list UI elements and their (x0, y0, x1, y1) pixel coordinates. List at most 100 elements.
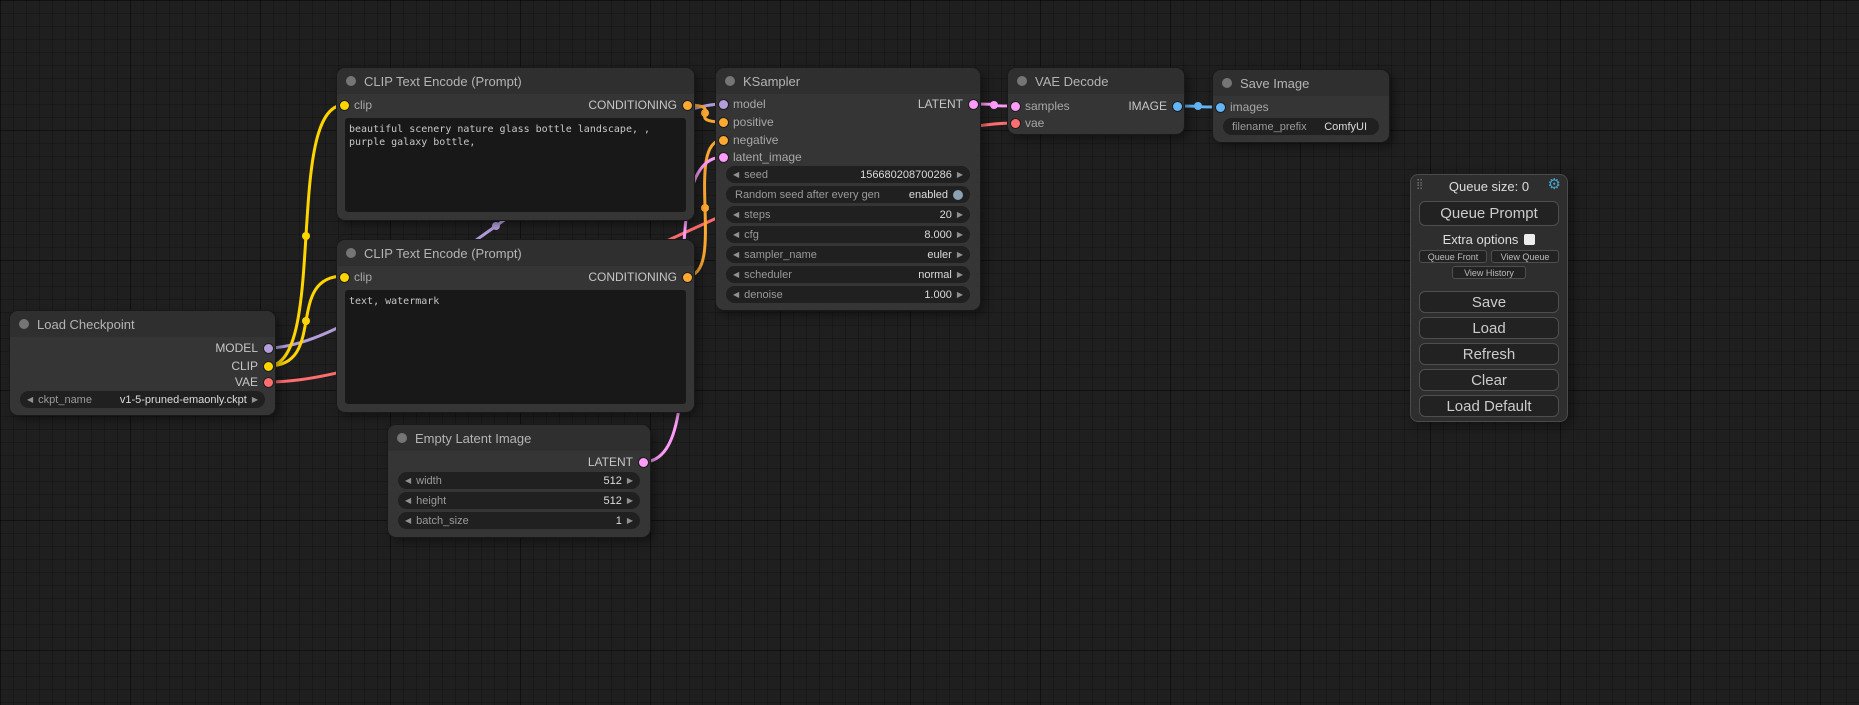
increment-arrow-icon[interactable]: ▶ (957, 166, 963, 183)
node-ksampler[interactable]: KSampler model positive negative latent_… (716, 68, 980, 310)
widget-value: 1 (616, 515, 622, 527)
node-empty-latent-image[interactable]: Empty Latent Image LATENT ◀ width 512 ▶ … (388, 425, 650, 537)
decrement-arrow-icon[interactable]: ◀ (405, 472, 411, 489)
widget-steps[interactable]: ◀ steps 20 ▶ (726, 206, 970, 223)
load-default-button[interactable]: Load Default (1419, 395, 1559, 417)
collapse-dot-icon[interactable] (1017, 76, 1027, 86)
node-title-bar[interactable]: Empty Latent Image (388, 425, 650, 451)
increment-arrow-icon[interactable]: ▶ (627, 512, 633, 529)
decrement-arrow-icon[interactable]: ◀ (733, 266, 739, 283)
input-slot-samples[interactable] (1011, 102, 1020, 111)
widget-height[interactable]: ◀ height 512 ▶ (398, 492, 640, 509)
node-clip-text-encode-positive[interactable]: CLIP Text Encode (Prompt) clip CONDITION… (337, 68, 694, 220)
queue-prompt-button[interactable]: Queue Prompt (1419, 201, 1559, 226)
increment-arrow-icon[interactable]: ▶ (957, 286, 963, 303)
save-button[interactable]: Save (1419, 291, 1559, 313)
node-title-bar[interactable]: CLIP Text Encode (Prompt) (337, 240, 694, 266)
input-slot-latent-image[interactable] (719, 153, 728, 162)
node-save-image[interactable]: Save Image images filename_prefix ComfyU… (1213, 70, 1389, 142)
refresh-button[interactable]: Refresh (1419, 343, 1559, 365)
widget-ckpt-name[interactable]: ◀ ckpt_name v1-5-pruned-emaonly.ckpt ▶ (20, 391, 265, 408)
node-title-bar[interactable]: CLIP Text Encode (Prompt) (337, 68, 694, 94)
output-slot-latent[interactable] (969, 100, 978, 109)
output-slot-conditioning[interactable] (683, 101, 692, 110)
wire-clip-positive-middot (302, 232, 310, 240)
input-slot-clip[interactable] (340, 101, 349, 110)
queue-panel[interactable]: ⣿ Queue size: 0 ⚙ Queue Prompt Extra opt… (1410, 174, 1568, 422)
view-history-button[interactable]: View History (1452, 266, 1526, 279)
settings-gear-icon[interactable]: ⚙ (1548, 176, 1561, 194)
decrement-arrow-icon[interactable]: ◀ (733, 206, 739, 223)
widget-sampler-name[interactable]: ◀ sampler_name euler ▶ (726, 246, 970, 263)
drag-handle-icon[interactable]: ⣿ (1416, 178, 1423, 192)
widget-seed[interactable]: ◀ seed 156680208700286 ▶ (726, 166, 970, 183)
collapse-dot-icon[interactable] (1222, 78, 1232, 88)
decrement-arrow-icon[interactable]: ◀ (733, 246, 739, 263)
view-history-row: View History (1419, 266, 1559, 279)
queue-front-button[interactable]: Queue Front (1419, 250, 1487, 263)
output-slot-clip[interactable] (264, 362, 273, 371)
input-slot-images[interactable] (1216, 103, 1225, 112)
output-slot-model[interactable] (264, 344, 273, 353)
output-slot-vae[interactable] (264, 378, 273, 387)
collapse-dot-icon[interactable] (346, 76, 356, 86)
widget-label: batch_size (416, 515, 469, 527)
decrement-arrow-icon[interactable]: ◀ (733, 166, 739, 183)
node-title-bar[interactable]: VAE Decode (1008, 68, 1184, 94)
node-vae-decode[interactable]: VAE Decode samples vae IMAGE (1008, 68, 1184, 134)
decrement-arrow-icon[interactable]: ◀ (733, 286, 739, 303)
node-title: VAE Decode (1035, 74, 1108, 89)
output-slot-conditioning[interactable] (683, 273, 692, 282)
increment-arrow-icon[interactable]: ▶ (252, 391, 258, 408)
view-queue-button[interactable]: View Queue (1491, 250, 1559, 263)
node-title: Empty Latent Image (415, 431, 531, 446)
widget-width[interactable]: ◀ width 512 ▶ (398, 472, 640, 489)
extra-options-checkbox[interactable] (1524, 234, 1535, 245)
output-label-model: MODEL (215, 341, 258, 355)
queue-panel-header[interactable]: ⣿ Queue size: 0 ⚙ (1411, 175, 1567, 197)
increment-arrow-icon[interactable]: ▶ (627, 492, 633, 509)
node-clip-text-encode-negative[interactable]: CLIP Text Encode (Prompt) clip CONDITION… (337, 240, 694, 412)
input-slot-model[interactable] (719, 100, 728, 109)
wire-clip-negative-middot (302, 317, 310, 325)
load-button[interactable]: Load (1419, 317, 1559, 339)
toggle-icon[interactable] (953, 190, 963, 200)
node-load-checkpoint[interactable]: Load Checkpoint MODEL CLIP VAE ◀ ckpt_na… (10, 311, 275, 415)
collapse-dot-icon[interactable] (725, 76, 735, 86)
increment-arrow-icon[interactable]: ▶ (957, 206, 963, 223)
widget-cfg[interactable]: ◀ cfg 8.000 ▶ (726, 226, 970, 243)
input-slot-positive[interactable] (719, 118, 728, 127)
collapse-dot-icon[interactable] (19, 319, 29, 329)
node-title-bar[interactable]: KSampler (716, 68, 980, 94)
decrement-arrow-icon[interactable]: ◀ (27, 391, 33, 408)
decrement-arrow-icon[interactable]: ◀ (405, 512, 411, 529)
input-slot-vae[interactable] (1011, 119, 1020, 128)
node-graph-canvas[interactable]: Load Checkpoint MODEL CLIP VAE ◀ ckpt_na… (0, 0, 1859, 705)
extra-options-row: Extra options (1419, 232, 1559, 246)
decrement-arrow-icon[interactable]: ◀ (405, 492, 411, 509)
increment-arrow-icon[interactable]: ▶ (957, 226, 963, 243)
wire-conditioning-positive-middot (701, 109, 709, 117)
negative-prompt-textarea[interactable]: text, watermark (345, 290, 686, 404)
decrement-arrow-icon[interactable]: ◀ (733, 226, 739, 243)
node-title-bar[interactable]: Save Image (1213, 70, 1389, 96)
output-slot-latent[interactable] (639, 458, 648, 467)
output-slot-image[interactable] (1173, 102, 1182, 111)
collapse-dot-icon[interactable] (397, 433, 407, 443)
widget-random-seed-toggle[interactable]: Random seed after every gen enabled (726, 186, 970, 203)
input-slot-clip[interactable] (340, 273, 349, 282)
widget-scheduler[interactable]: ◀ scheduler normal ▶ (726, 266, 970, 283)
positive-prompt-textarea[interactable]: beautiful scenery nature glass bottle la… (345, 118, 686, 212)
widget-filename-prefix[interactable]: filename_prefix ComfyUI (1223, 118, 1379, 135)
node-title-bar[interactable]: Load Checkpoint (10, 311, 275, 337)
increment-arrow-icon[interactable]: ▶ (957, 246, 963, 263)
increment-arrow-icon[interactable]: ▶ (957, 266, 963, 283)
collapse-dot-icon[interactable] (346, 248, 356, 258)
output-label-latent: LATENT (588, 455, 633, 469)
widget-denoise[interactable]: ◀ denoise 1.000 ▶ (726, 286, 970, 303)
increment-arrow-icon[interactable]: ▶ (627, 472, 633, 489)
input-slot-negative[interactable] (719, 136, 728, 145)
widget-batch-size[interactable]: ◀ batch_size 1 ▶ (398, 512, 640, 529)
clear-button[interactable]: Clear (1419, 369, 1559, 391)
wire-conditioning-negative-middot (701, 204, 709, 212)
